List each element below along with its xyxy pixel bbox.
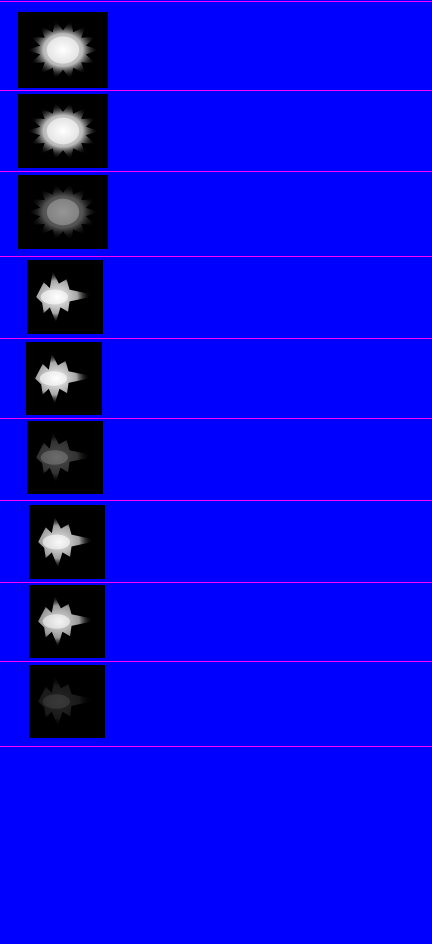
sprite-frame-2 [18,94,108,168]
row-divider [0,418,432,419]
sprite-frame-6 [27,421,103,494]
row-divider [0,256,432,257]
sprite-frame-7 [29,505,105,579]
row-divider [0,746,432,747]
sprite-frame-8 [29,585,105,658]
directional-blast-icon [36,271,97,323]
sprite-frame-5 [26,342,102,415]
blast-core [40,450,69,465]
row-divider [0,90,432,91]
starburst-explosion-icon [27,102,99,160]
directional-blast-icon [35,353,96,404]
burst-core [46,117,80,145]
burst-core [46,198,80,226]
sprite-frame-1 [18,12,108,88]
starburst-explosion-icon [27,183,99,241]
directional-blast-icon [38,596,99,647]
row-divider [0,661,432,662]
row-divider [0,500,432,501]
burst-core [46,36,80,64]
blast-core [42,694,71,709]
row-divider [0,171,432,172]
sprite-sheet [0,0,432,944]
row-divider [0,582,432,583]
starburst-explosion-icon [27,20,99,80]
blast-core [42,534,71,550]
blast-core [40,289,69,305]
sprite-frame-9 [29,665,105,738]
row-divider [0,1,432,2]
blast-core [42,614,71,629]
sprite-frame-3 [18,175,108,249]
directional-blast-icon [38,676,99,727]
row-divider [0,338,432,339]
sprite-frame-4 [27,260,103,334]
directional-blast-icon [36,432,97,483]
directional-blast-icon [38,516,99,568]
blast-core [39,371,68,386]
